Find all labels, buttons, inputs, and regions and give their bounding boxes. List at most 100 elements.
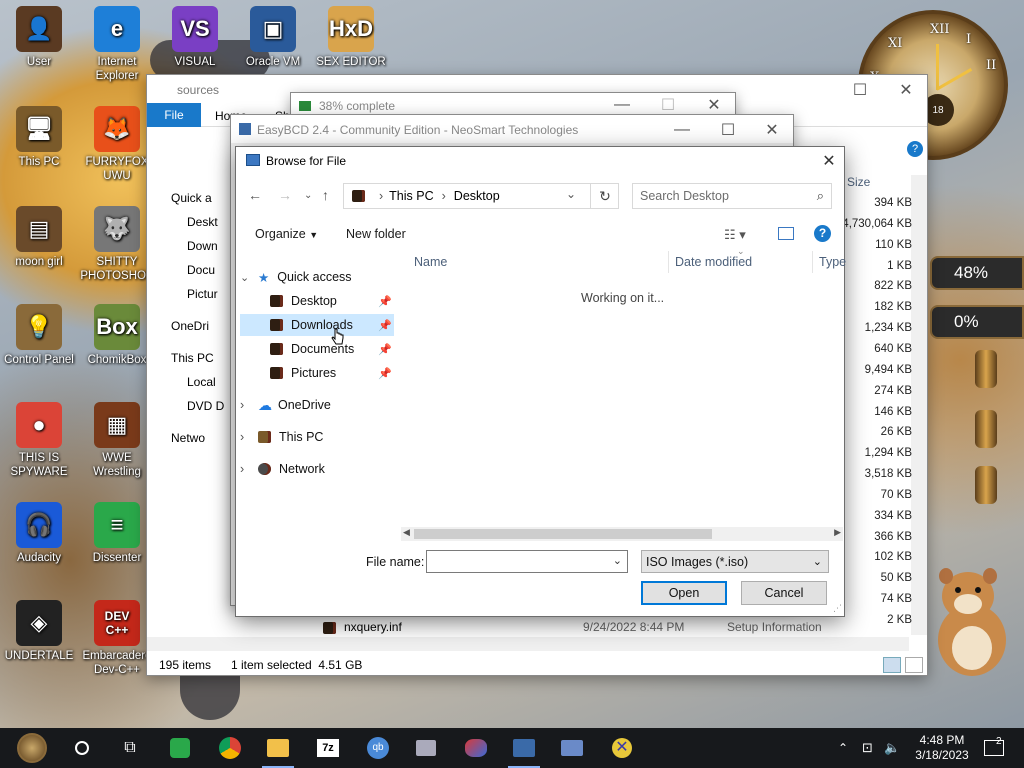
desktop-icon[interactable]: DEV C++ Embarcadero Dev-C++ bbox=[78, 600, 156, 677]
close-button[interactable]: ✕ bbox=[883, 75, 929, 105]
help-icon[interactable]: ? bbox=[907, 139, 923, 157]
size-column-header[interactable]: Size bbox=[847, 175, 870, 189]
close-button[interactable]: ✕ bbox=[814, 147, 844, 175]
back-button[interactable]: ← bbox=[248, 187, 262, 203]
qbittorrent-taskbar-icon[interactable]: qb bbox=[358, 732, 398, 764]
chevron-down-icon[interactable]: ⌄ bbox=[613, 554, 622, 567]
breadcrumb-desktop[interactable]: Desktop bbox=[454, 189, 500, 203]
scroll-thumb[interactable] bbox=[414, 529, 712, 539]
nav-item[interactable]: Deskt bbox=[187, 215, 218, 229]
tree-item-downloads[interactable]: Downloads 📌 bbox=[240, 314, 394, 336]
file-name-input[interactable]: ⌄ bbox=[426, 550, 628, 573]
breadcrumb-this-pc[interactable]: This PC bbox=[389, 189, 433, 203]
nav-item[interactable]: This PC bbox=[171, 351, 214, 365]
desktop-icon[interactable]: HxD SEX EDITOR bbox=[312, 6, 390, 69]
column-separator[interactable] bbox=[668, 251, 669, 273]
recent-locations-button[interactable]: ⌄ bbox=[304, 190, 312, 201]
nav-item[interactable]: Pictur bbox=[187, 287, 218, 301]
tree-this-pc[interactable]: › This PC bbox=[240, 426, 394, 448]
chevron-down-icon[interactable]: ⌄ bbox=[240, 271, 258, 284]
details-view-icon[interactable] bbox=[883, 657, 901, 673]
task-view-icon[interactable]: ⧉ bbox=[110, 732, 150, 764]
horizontal-scrollbar[interactable] bbox=[147, 637, 909, 651]
desktop-icon[interactable]: 🎧 Audacity bbox=[0, 502, 78, 565]
desktop-icon[interactable]: ◈ UNDERTALE bbox=[0, 600, 78, 663]
chevron-right-icon[interactable]: › bbox=[240, 430, 258, 444]
nav-item[interactable]: Local bbox=[187, 375, 216, 389]
search-input[interactable]: Search Desktop ⌕ bbox=[632, 183, 832, 209]
address-bar[interactable]: › This PC › Desktop ⌄ bbox=[343, 183, 619, 209]
desktop-icon[interactable]: ▣ Oracle VM bbox=[234, 6, 312, 69]
desktop-icon[interactable]: VS VISUAL bbox=[156, 6, 234, 69]
desktop-icon[interactable]: 🖥 This PC bbox=[0, 106, 78, 169]
search-icon[interactable] bbox=[62, 732, 102, 764]
nav-item[interactable]: Netwo bbox=[171, 431, 205, 445]
browse-for-file-dialog[interactable]: Browse for File ✕ ← → ⌄ ↑ › This PC › De… bbox=[235, 146, 846, 617]
nav-item[interactable]: Docu bbox=[187, 263, 215, 277]
organize-button[interactable]: Organize ▼ bbox=[255, 227, 318, 241]
nav-item[interactable]: Quick a bbox=[171, 191, 212, 205]
cancel-button[interactable]: Cancel bbox=[741, 581, 827, 605]
vertical-scrollbar[interactable] bbox=[911, 175, 927, 635]
file-row[interactable]: nxquery.inf bbox=[323, 620, 402, 634]
nav-item[interactable]: Down bbox=[187, 239, 218, 253]
scroll-right-icon[interactable]: ▶ bbox=[834, 527, 841, 538]
column-name[interactable]: Name bbox=[414, 255, 447, 269]
easybcd-taskbar-icon[interactable] bbox=[504, 732, 544, 768]
desktop-icon[interactable]: ● THIS IS SPYWARE bbox=[0, 402, 78, 479]
notifications-button[interactable]: 2 bbox=[984, 728, 1004, 768]
column-type[interactable]: Type bbox=[819, 255, 846, 269]
chrome-taskbar-icon[interactable] bbox=[210, 732, 250, 764]
column-separator[interactable] bbox=[812, 251, 813, 273]
desktop-icon[interactable]: 🐺 SHITTY PHOTOSHOP bbox=[78, 206, 156, 283]
horizontal-scrollbar[interactable]: ◀ ▶ bbox=[401, 527, 843, 541]
desktop-icon[interactable]: ≡ Dissenter bbox=[78, 502, 156, 565]
tree-item-desktop[interactable]: Desktop 📌 bbox=[240, 290, 394, 312]
app-taskbar-icon[interactable]: ✕ bbox=[602, 732, 642, 764]
nav-item[interactable]: DVD D bbox=[187, 399, 224, 413]
desktop-icon[interactable]: 👤 User bbox=[0, 6, 78, 69]
forward-button[interactable]: → bbox=[278, 187, 292, 203]
desktop-icon[interactable]: e Internet Explorer bbox=[78, 6, 156, 83]
preview-pane-icon[interactable] bbox=[778, 227, 794, 240]
maximize-button[interactable]: ☐ bbox=[705, 115, 751, 145]
view-options-icon[interactable]: ☷ ▾ bbox=[724, 227, 746, 243]
desktop-icon[interactable]: ▤ moon girl bbox=[0, 206, 78, 269]
app-taskbar-icon[interactable] bbox=[406, 732, 446, 764]
dissenter-taskbar-icon[interactable] bbox=[160, 732, 200, 764]
volume-icon[interactable]: 🔈 bbox=[884, 728, 900, 768]
new-folder-button[interactable]: New folder bbox=[346, 227, 406, 241]
chevron-right-icon[interactable]: › bbox=[240, 462, 258, 476]
tree-quick-access[interactable]: ⌄ ★ Quick access bbox=[240, 266, 394, 288]
tree-item-documents[interactable]: Documents 📌 bbox=[240, 338, 394, 360]
refresh-button[interactable]: ↻ bbox=[590, 183, 619, 209]
help-icon[interactable]: ? bbox=[814, 225, 831, 242]
paint-taskbar-icon[interactable] bbox=[456, 732, 496, 764]
nav-item[interactable]: OneDri bbox=[171, 319, 209, 333]
large-icons-view-icon[interactable] bbox=[905, 657, 923, 673]
app-taskbar-icon[interactable] bbox=[552, 732, 592, 764]
up-button[interactable]: ↑ bbox=[322, 187, 329, 203]
column-date-modified[interactable]: Date modified bbox=[675, 255, 752, 269]
tree-network[interactable]: › Network bbox=[240, 458, 394, 480]
start-button[interactable] bbox=[12, 732, 52, 764]
desktop-icon[interactable]: Box ChomikBox bbox=[78, 304, 156, 367]
scroll-left-icon[interactable]: ◀ bbox=[403, 527, 410, 538]
tray-overflow-icon[interactable]: ⌃ bbox=[838, 728, 848, 768]
chevron-right-icon[interactable]: › bbox=[240, 398, 258, 412]
desktop-icon[interactable]: 💡 Control Panel bbox=[0, 304, 78, 367]
minimize-button[interactable]: — bbox=[659, 115, 705, 145]
chevron-down-icon[interactable]: ⌄ bbox=[566, 187, 576, 201]
desktop-icon[interactable]: ▦ WWE Wrestling bbox=[78, 402, 156, 479]
desktop-icon[interactable]: 🦊 FURRYFOX UWU bbox=[78, 106, 156, 183]
tree-item-pictures[interactable]: Pictures 📌 bbox=[240, 362, 394, 384]
tree-onedrive[interactable]: › ☁ OneDrive bbox=[240, 394, 394, 416]
file-type-select[interactable]: ISO Images (*.iso) ⌄ bbox=[641, 550, 829, 573]
maximize-button[interactable]: ☐ bbox=[837, 75, 883, 105]
clock[interactable]: 4:48 PM 3/18/2023 bbox=[912, 728, 972, 768]
close-button[interactable]: ✕ bbox=[749, 115, 795, 145]
resize-grip-icon[interactable]: ⋰ bbox=[833, 603, 842, 614]
7zip-taskbar-icon[interactable]: 7z bbox=[308, 732, 348, 764]
file-tab[interactable]: File bbox=[147, 103, 201, 127]
file-explorer-taskbar-icon[interactable] bbox=[258, 732, 298, 768]
